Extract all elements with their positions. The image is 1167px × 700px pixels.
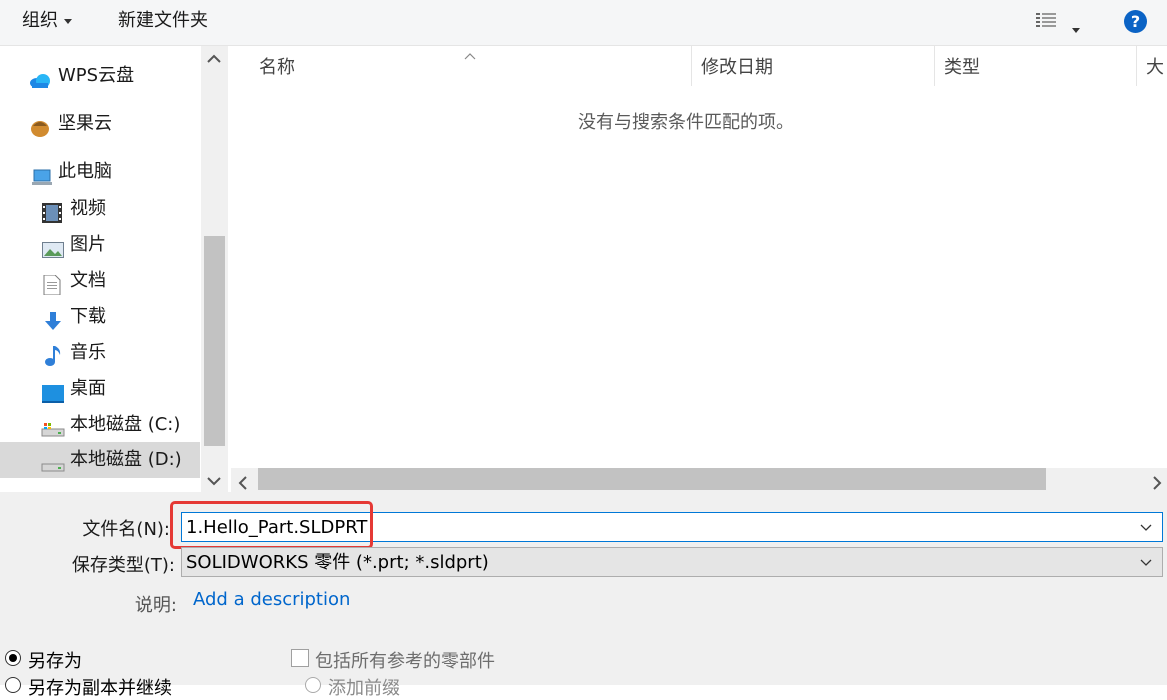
navigation-pane: WPS云盘 坚果云 此电脑 视频 图片 文档 下载 音乐 桌面 本地磁盘 (C:… bbox=[0, 46, 200, 492]
organize-button[interactable]: 组织 bbox=[22, 0, 72, 45]
drive-icon bbox=[41, 451, 65, 472]
nav-item-drive-d[interactable]: 本地磁盘 (D:) bbox=[0, 442, 200, 478]
include-refs-checkbox[interactable] bbox=[291, 649, 309, 667]
nav-item-label: 此电脑 bbox=[58, 161, 112, 182]
nav-item-label: 本地磁盘 (D:) bbox=[70, 449, 182, 470]
add-prefix-radio[interactable] bbox=[305, 677, 321, 693]
scroll-down-icon[interactable] bbox=[207, 474, 221, 490]
nav-item-drive-c[interactable]: 本地磁盘 (C:) bbox=[0, 407, 200, 443]
column-divider[interactable] bbox=[934, 46, 935, 86]
download-icon bbox=[43, 308, 63, 330]
column-header-size[interactable]: 大小 bbox=[1146, 46, 1167, 90]
column-header-type[interactable]: 类型 bbox=[944, 46, 980, 90]
include-refs-label: 包括所有参考的零部件 bbox=[315, 651, 495, 672]
nav-item-this-pc[interactable]: 此电脑 bbox=[0, 154, 200, 190]
scroll-up-icon[interactable] bbox=[207, 52, 221, 68]
nav-item-label: 本地磁盘 (C:) bbox=[70, 414, 181, 435]
description-label: 说明: bbox=[134, 595, 177, 616]
filetype-select[interactable]: SOLIDWORKS 零件 (*.prt; *.sldprt) bbox=[181, 547, 1163, 577]
nav-item-music[interactable]: 音乐 bbox=[0, 335, 200, 371]
desktop-icon bbox=[42, 380, 64, 403]
nav-item-label: 音乐 bbox=[70, 342, 106, 363]
cloud-icon bbox=[29, 67, 50, 88]
column-header-size-clip: 大小 bbox=[1146, 46, 1167, 90]
nav-item-pictures[interactable]: 图片 bbox=[0, 227, 200, 263]
nav-item-jianguoyun[interactable]: 坚果云 bbox=[0, 106, 200, 142]
nav-item-documents[interactable]: 文档 bbox=[0, 263, 200, 299]
add-description-link[interactable]: Add a description bbox=[193, 589, 350, 610]
nav-item-label: 文档 bbox=[70, 270, 106, 291]
nav-item-wps-cloud[interactable]: WPS云盘 bbox=[0, 58, 200, 94]
nav-item-label: WPS云盘 bbox=[58, 65, 135, 86]
add-prefix-label: 添加前缀 bbox=[328, 678, 400, 699]
computer-icon bbox=[31, 163, 52, 185]
view-options-icon[interactable] bbox=[1036, 12, 1058, 30]
nav-item-desktop[interactable]: 桌面 bbox=[0, 371, 200, 407]
drive-icon bbox=[41, 416, 65, 437]
save-as-copy-label: 另存为副本并继续 bbox=[28, 678, 172, 699]
chevron-down-icon[interactable] bbox=[1140, 548, 1152, 578]
horizontal-scrollbar-thumb[interactable] bbox=[258, 468, 1046, 490]
video-icon bbox=[42, 200, 62, 223]
nav-item-label: 图片 bbox=[70, 234, 106, 255]
save-as-copy-radio[interactable] bbox=[5, 677, 21, 693]
chevron-down-icon[interactable] bbox=[1140, 513, 1152, 543]
help-icon[interactable]: ? bbox=[1124, 10, 1147, 33]
nav-item-label: 下载 bbox=[70, 306, 106, 327]
nav-item-downloads[interactable]: 下载 bbox=[0, 299, 200, 335]
filetype-label: 保存类型(T): bbox=[71, 555, 175, 576]
nav-scrollbar-thumb[interactable] bbox=[204, 236, 225, 446]
column-header-modified[interactable]: 修改日期 bbox=[701, 46, 773, 90]
sort-up-icon bbox=[464, 44, 476, 65]
nav-item-videos[interactable]: 视频 bbox=[0, 191, 200, 227]
column-header-name[interactable]: 名称 bbox=[259, 46, 295, 90]
new-folder-button[interactable]: 新建文件夹 bbox=[118, 0, 208, 45]
filetype-value: SOLIDWORKS 零件 (*.prt; *.sldprt) bbox=[186, 552, 489, 573]
column-divider[interactable] bbox=[1136, 46, 1137, 86]
nav-item-label: 视频 bbox=[70, 198, 106, 219]
save-as-radio[interactable] bbox=[5, 650, 21, 666]
column-divider[interactable] bbox=[691, 46, 692, 86]
music-icon bbox=[43, 344, 63, 366]
nut-icon bbox=[29, 115, 49, 137]
organize-label: 组织 bbox=[22, 10, 58, 31]
chevron-down-icon bbox=[64, 18, 72, 24]
annotation-highlight-box bbox=[170, 501, 373, 549]
view-dropdown-icon[interactable] bbox=[1072, 19, 1080, 40]
nav-item-label: 桌面 bbox=[70, 378, 106, 399]
document-icon bbox=[43, 272, 63, 296]
save-as-label: 另存为 bbox=[28, 651, 82, 672]
empty-message: 没有与搜索条件匹配的项。 bbox=[578, 112, 794, 133]
picture-icon bbox=[42, 236, 64, 258]
nav-item-label: 坚果云 bbox=[58, 113, 112, 134]
filename-label: 文件名(N): bbox=[82, 519, 170, 540]
